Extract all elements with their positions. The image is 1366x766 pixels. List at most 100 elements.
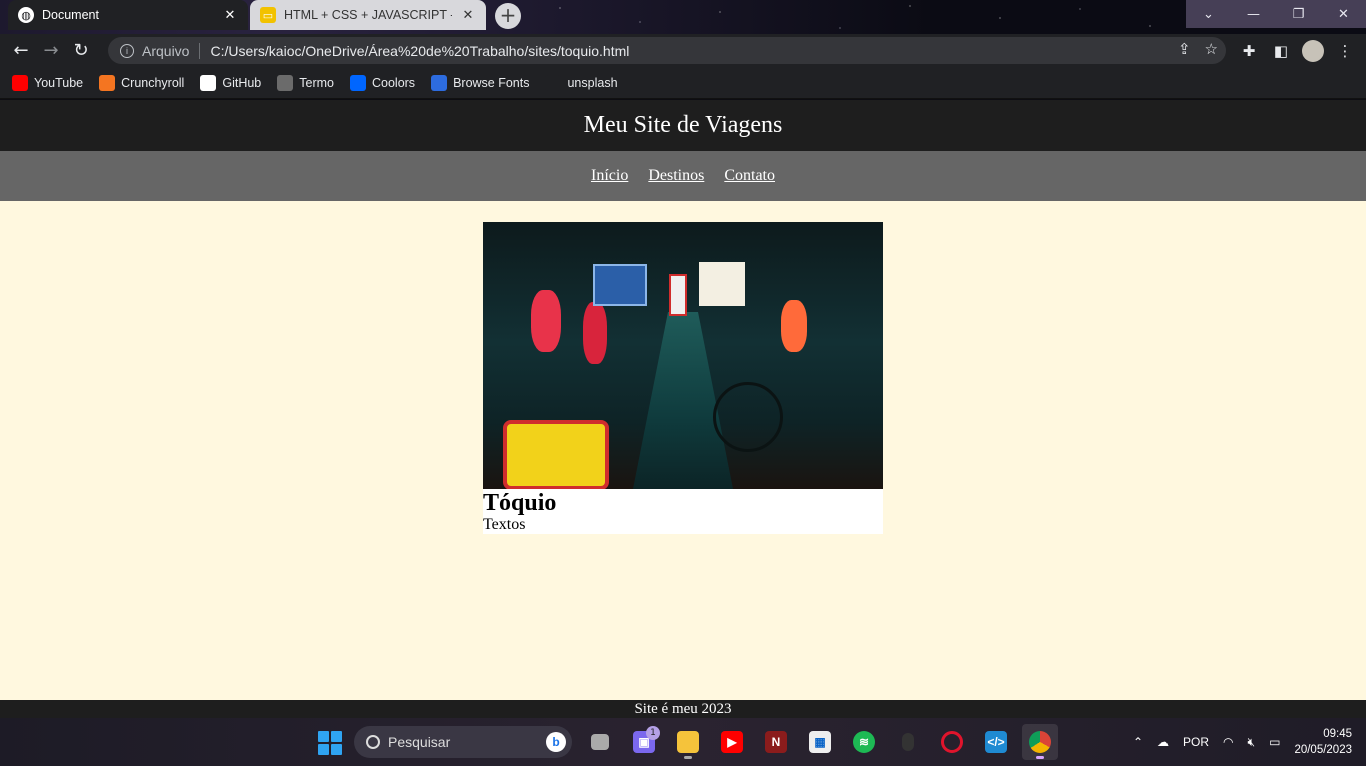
photo-sign [669,274,687,316]
file-explorer-icon[interactable] [670,724,706,760]
tab-html-css-js[interactable]: ▭ HTML + CSS + JAVASCRIPT - Ap ✕ [250,0,486,30]
photo-bicycle-wheel [713,382,783,452]
running-indicator [684,756,692,759]
photo-sign [593,264,647,306]
photo-sign [699,262,745,306]
mouse-app-icon[interactable] [890,724,926,760]
destination-card: Tóquio Textos [483,222,883,534]
bookmark-label: Coolors [371,75,416,90]
extensions-puzzle-icon[interactable]: ✚ [1238,40,1260,62]
bookmarks-bar: YouTube Crunchyroll GitHub Termo Coolors Brow… [0,67,1366,99]
site-nav: Início Destinos Contato [0,151,1366,201]
language-indicator[interactable]: POR [1183,735,1209,749]
chrome-icon[interactable] [1022,724,1058,760]
onedrive-cloud-icon[interactable]: ☁ [1157,735,1169,749]
reload-icon[interactable]: ↻ [66,36,96,66]
photo-lantern [583,302,607,364]
opera-icon[interactable] [934,724,970,760]
clock-date: 20/05/2023 [1294,744,1352,756]
nav-link-inicio[interactable]: Início [591,167,628,185]
system-tray: ⌃ ☁ POR ◠ 🔇︎ ▭ 09:45 20/05/2023 [1133,718,1352,766]
address-scheme-label: Arquivo [142,42,190,59]
bookmark-label: unsplash [567,75,618,90]
info-icon[interactable]: i [120,43,134,58]
chevron-down-icon[interactable]: ⌄ [1186,0,1231,28]
site-footer: Site é meu 2023 [0,700,1366,718]
running-indicator [1036,756,1044,759]
teams-chat-icon[interactable]: ▣ 1 [626,724,662,760]
browse-fonts-icon [431,74,448,91]
bookmark-unsplash[interactable]: unsplash [545,74,618,91]
window-controls: ⌄ — ❐ ✕ [1186,0,1366,28]
tab-title: Document [42,8,99,22]
bookmark-browse-fonts[interactable]: Browse Fonts [431,74,530,91]
bookmark-label: Termo [299,75,334,90]
taskbar-apps: ▣ 1 ▶ N ▦ ≋ </> [582,724,1058,760]
nav-link-contato[interactable]: Contato [724,167,775,185]
bookmark-star-icon[interactable]: ☆ [1205,40,1218,58]
youtube-icon [12,74,28,91]
clock[interactable]: 09:45 20/05/2023 [1294,726,1352,758]
bookmark-label: Browse Fonts [453,75,530,90]
photo-lantern [531,290,561,352]
tab-close-icon[interactable]: ✕ [222,7,238,23]
tokyo-alley-photo [483,222,883,489]
nav-link-destinos[interactable]: Destinos [648,167,704,185]
bookmark-youtube[interactable]: YouTube [12,74,83,91]
card-text: Textos [483,516,526,533]
menu-dots-icon[interactable]: ⋮ [1334,40,1356,62]
wifi-icon[interactable]: ◠ [1223,735,1233,749]
profile-avatar[interactable] [1302,39,1324,62]
slides-icon: ▭ [260,7,276,23]
tab-document[interactable]: ◍ Document ✕ [8,0,248,30]
task-view-icon[interactable] [582,724,618,760]
unsplash-icon [545,74,562,91]
battery-icon[interactable]: ▭ [1269,735,1280,749]
tab-strip: ◍ Document ✕ ▭ HTML + CSS + JAVASCRIPT -… [0,0,1366,34]
spotify-icon[interactable]: ≋ [846,724,882,760]
bookmark-label: GitHub [222,75,262,90]
side-panel-icon[interactable]: ◧ [1270,40,1292,62]
back-arrow-icon[interactable]: ← [6,36,36,66]
github-icon [200,74,217,91]
vscode-icon[interactable]: </> [978,724,1014,760]
bookmark-termo[interactable]: Termo [277,74,334,91]
new-tab-button[interactable]: + [495,3,521,29]
youtube-app-icon[interactable]: ▶ [714,724,750,760]
microsoft-store-icon[interactable]: ▦ [802,724,838,760]
web-page: Meu Site de Viagens Início Destinos Cont… [0,100,1366,718]
windows-start-icon[interactable] [318,731,342,755]
volume-muted-icon[interactable]: 🔇︎ [1248,735,1256,750]
coolors-icon [349,74,366,91]
tab-title: HTML + CSS + JAVASCRIPT - Ap [284,8,452,22]
netflix-icon[interactable]: N [758,724,794,760]
termo-icon [277,74,294,91]
search-placeholder: Pesquisar [388,734,451,750]
crunchyroll-icon [99,74,116,91]
bookmark-label: Crunchyroll [121,75,185,90]
site-header: Meu Site de Viagens [0,100,1366,151]
bookmark-coolors[interactable]: Coolors [349,74,416,91]
browser-toolbar: ← → ↻ i Arquivo C:/Users/kaioc/OneDrive/… [0,34,1366,67]
minimize-icon[interactable]: — [1231,0,1276,28]
chevron-up-icon[interactable]: ⌃ [1133,735,1143,749]
restore-icon[interactable]: ❐ [1276,0,1321,28]
photo-lantern [781,300,807,352]
bing-icon[interactable]: b [546,732,566,752]
bookmark-crunchyroll[interactable]: Crunchyroll [99,74,185,91]
bookmark-github[interactable]: GitHub [200,74,262,91]
forward-arrow-icon[interactable]: → [36,36,66,66]
site-title: Meu Site de Viagens [583,112,783,138]
chat-badge: 1 [646,726,660,740]
share-icon[interactable]: ⇪ [1178,40,1191,58]
card-title: Tóquio [483,490,557,516]
globe-icon: ◍ [18,7,34,23]
address-divider [199,42,201,59]
tab-close-icon[interactable]: ✕ [460,7,476,23]
address-bar[interactable]: i Arquivo C:/Users/kaioc/OneDrive/Área%2… [108,37,1226,64]
photo-sign [503,420,609,489]
taskbar-search[interactable]: Pesquisar b [354,726,572,758]
address-url[interactable]: C:/Users/kaioc/OneDrive/Área%20de%20Trab… [210,43,629,59]
close-icon[interactable]: ✕ [1321,0,1366,28]
footer-text: Site é meu 2023 [634,701,732,717]
